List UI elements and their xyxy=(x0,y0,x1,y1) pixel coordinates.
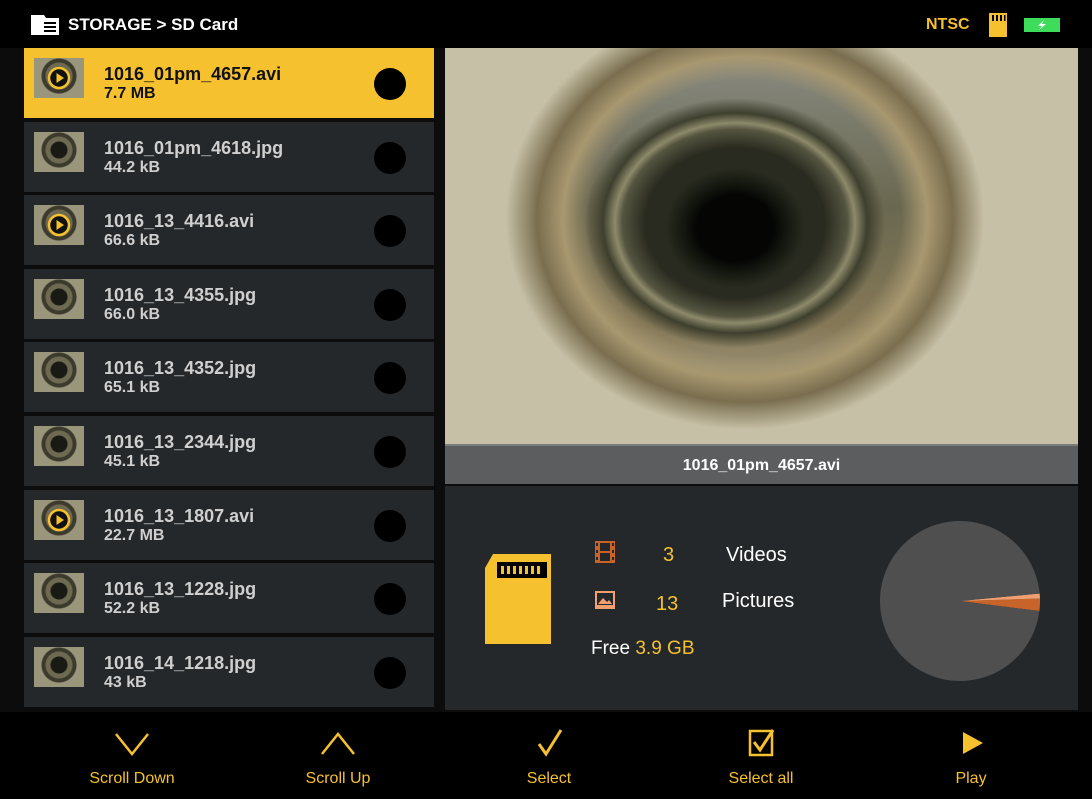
file-size: 44.2 kB xyxy=(104,159,161,176)
videos-count: 3 xyxy=(663,544,675,566)
chevron-up-icon xyxy=(321,731,355,755)
file-thumbnail xyxy=(34,426,84,466)
folder-sd-icon xyxy=(31,15,59,35)
file-name: 1016_14_1218.jpg xyxy=(104,653,257,673)
select-all-label: Select all xyxy=(728,770,794,787)
file-thumbnail xyxy=(34,279,84,319)
file-size: 66.0 kB xyxy=(104,306,161,323)
play-circle-icon xyxy=(47,213,71,237)
file-name: 1016_13_4352.jpg xyxy=(104,358,257,378)
scroll-down-button[interactable]: Scroll Down xyxy=(52,712,212,799)
file-name: 1016_01pm_4657.avi xyxy=(104,64,282,84)
videos-label: Videos xyxy=(726,544,787,566)
file-size: 52.2 kB xyxy=(104,600,161,617)
file-name: 1016_13_1807.avi xyxy=(104,506,255,526)
file-name: 1016_01pm_4618.jpg xyxy=(104,138,284,158)
file-thumbnail xyxy=(34,58,84,98)
play-button[interactable]: Play xyxy=(891,712,1051,799)
selection-indicator[interactable] xyxy=(374,362,406,394)
file-list[interactable]: 1016_01pm_4657.avi 7.7 MB 1016_01pm_4618.j… xyxy=(24,48,434,710)
selection-indicator[interactable] xyxy=(374,215,406,247)
preview-image xyxy=(445,48,1078,444)
file-name: 1016_13_1228.jpg xyxy=(104,579,257,599)
film-icon xyxy=(595,541,615,563)
file-list-item[interactable]: 1016_01pm_4657.avi 7.7 MB xyxy=(24,48,434,120)
top-bar: STORAGE > SD Card NTSC xyxy=(0,0,1092,48)
select-label: Select xyxy=(526,770,572,787)
file-size: 43 kB xyxy=(104,674,147,691)
file-size: 22.7 MB xyxy=(104,527,165,544)
file-name: 1016_13_4416.avi xyxy=(104,211,255,231)
scroll-down-label: Scroll Down xyxy=(89,770,175,787)
play-label: Play xyxy=(955,770,987,787)
chevron-down-icon xyxy=(115,733,149,757)
scroll-up-label: Scroll Up xyxy=(305,770,371,787)
storage-stats-panel: 3 Videos 13 Pictures Free 3.9 GB xyxy=(445,486,1078,710)
sd-card-icon xyxy=(485,554,551,644)
video-standard-label: NTSC xyxy=(926,16,970,33)
selection-indicator[interactable] xyxy=(374,68,406,100)
play-circle-icon xyxy=(47,66,71,90)
file-list-item[interactable]: 1016_13_1228.jpg 52.2 kB xyxy=(24,563,434,635)
checkbox-checked-icon xyxy=(748,729,775,757)
preview-caption: 1016_01pm_4657.avi xyxy=(445,444,1078,484)
battery-icon xyxy=(1024,18,1060,32)
checkmark-icon xyxy=(537,729,563,757)
free-space-value: 3.9 GB xyxy=(635,638,695,659)
pictures-label: Pictures xyxy=(722,590,795,612)
selection-indicator[interactable] xyxy=(374,583,406,615)
scroll-up-button[interactable]: Scroll Up xyxy=(258,712,418,799)
selection-indicator[interactable] xyxy=(374,657,406,689)
sd-card-icon xyxy=(989,13,1007,37)
file-size: 66.6 kB xyxy=(104,232,161,249)
file-thumbnail xyxy=(34,647,84,687)
file-name: 1016_13_4355.jpg xyxy=(104,285,257,305)
selection-indicator[interactable] xyxy=(374,142,406,174)
file-thumbnail xyxy=(34,500,84,540)
select-button[interactable]: Select xyxy=(469,712,629,799)
selection-indicator[interactable] xyxy=(374,289,406,321)
file-list-item[interactable]: 1016_13_4352.jpg 65.1 kB xyxy=(24,342,434,414)
select-all-button[interactable]: Select all xyxy=(681,712,841,799)
picture-icon xyxy=(595,591,615,609)
play-icon xyxy=(963,732,983,754)
file-list-item[interactable]: 1016_13_1807.avi 22.7 MB xyxy=(24,490,434,562)
file-thumbnail xyxy=(34,205,84,245)
free-space-label: Free xyxy=(591,638,631,659)
selection-indicator[interactable] xyxy=(374,436,406,468)
breadcrumb: STORAGE > SD Card xyxy=(68,15,239,34)
file-thumbnail xyxy=(34,352,84,392)
file-list-item[interactable]: 1016_13_4416.avi 66.6 kB xyxy=(24,195,434,267)
storage-pie-chart xyxy=(880,521,1040,681)
file-size: 65.1 kB xyxy=(104,379,161,396)
bottom-toolbar: Scroll Down Scroll Up Select Select all … xyxy=(0,712,1092,799)
file-list-item[interactable]: 1016_13_4355.jpg 66.0 kB xyxy=(24,269,434,341)
file-list-item[interactable]: 1016_14_1218.jpg 43 kB xyxy=(24,637,434,709)
selection-indicator[interactable] xyxy=(374,510,406,542)
file-thumbnail xyxy=(34,573,84,613)
free-space: Free 3.9 GB xyxy=(591,638,695,660)
file-size: 7.7 MB xyxy=(104,85,156,102)
file-size: 45.1 kB xyxy=(104,453,161,470)
file-name: 1016_13_2344.jpg xyxy=(104,432,257,452)
play-circle-icon xyxy=(47,508,71,532)
file-list-item[interactable]: 1016_13_2344.jpg 45.1 kB xyxy=(24,416,434,488)
file-thumbnail xyxy=(34,132,84,172)
file-list-item[interactable]: 1016_01pm_4618.jpg 44.2 kB xyxy=(24,122,434,194)
pictures-count: 13 xyxy=(656,593,679,615)
preview-filename: 1016_01pm_4657.avi xyxy=(682,457,841,474)
